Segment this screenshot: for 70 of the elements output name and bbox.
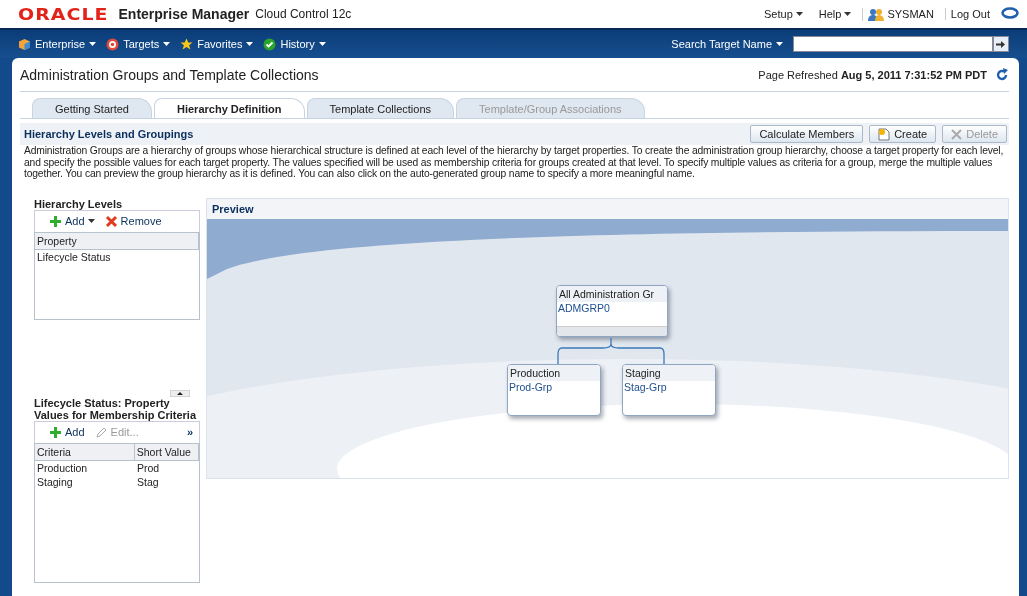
section-title: Hierarchy Levels	[34, 197, 124, 210]
nav-menu[interactable]: Favorites	[180, 37, 254, 51]
create-button[interactable]: Create	[869, 125, 937, 143]
tree-node[interactable]: Production Prod-Grp	[507, 363, 601, 416]
calculate-button[interactable]: Calculate Members	[750, 125, 864, 143]
nav-menu[interactable]: Enterprise	[18, 37, 97, 51]
panel-title: Preview	[207, 198, 1008, 219]
new-document-icon	[878, 127, 891, 141]
column-header: Criteria	[35, 443, 135, 460]
group-link[interactable]: Stag-Grp	[623, 380, 715, 393]
go-button[interactable]	[993, 36, 1009, 52]
tab[interactable]: Hierarchy Definition	[154, 98, 305, 118]
column-header: Property	[35, 232, 199, 249]
caret-icon	[776, 42, 783, 46]
caret-icon	[246, 42, 254, 46]
product-edition: Cloud Control 12c	[255, 7, 352, 21]
node-name: All Administration Gr	[557, 285, 667, 302]
search-type-menu[interactable]: Search Target Name	[671, 38, 783, 50]
tree-node[interactable]: All Administration Gr ADMGRP0	[556, 284, 668, 337]
table-cell-text: Prod	[136, 460, 161, 475]
delete-icon	[951, 128, 963, 140]
node-name: Staging	[623, 364, 715, 381]
refresh-icon[interactable]	[995, 67, 1009, 82]
caret-icon	[89, 42, 97, 46]
scrollbar[interactable]	[557, 325, 667, 336]
refresh-status: Page Refreshed Aug 5, 2011 7:31:52 PM PDT	[758, 68, 987, 81]
table-cell-text: Lifecycle Status	[36, 249, 112, 264]
nav-menu[interactable]: History	[263, 37, 326, 51]
star-icon	[180, 37, 194, 51]
plus-icon	[49, 425, 62, 439]
add-button[interactable]: Add	[49, 214, 95, 228]
tab[interactable]: Getting Started	[32, 98, 152, 118]
tree-node[interactable]: Staging Stag-Grp	[622, 363, 716, 416]
plus-icon	[49, 214, 62, 228]
section-title: Lifecycle Status: Property Values for Membership Criteria	[34, 396, 198, 421]
caret-icon	[163, 42, 171, 46]
logo: ORACLE	[18, 4, 109, 24]
remove-button[interactable]: Remove	[104, 214, 162, 228]
caret-icon	[844, 12, 852, 16]
section-title: Hierarchy Levels and Groupings	[24, 128, 194, 140]
group-link[interactable]: Prod-Grp	[508, 380, 600, 393]
pencil-icon	[94, 425, 108, 439]
node-name: Production	[508, 364, 600, 381]
table-cell-text: Staging	[36, 474, 74, 489]
menu-link[interactable]: Setup	[759, 8, 808, 20]
search-field[interactable]	[793, 36, 993, 52]
caret-icon	[87, 219, 95, 223]
page-title: Administration Groups and Template Collections	[20, 66, 319, 83]
target-icon	[106, 37, 120, 51]
arrow-right-icon	[996, 39, 1006, 49]
table-cell-text: Stag	[136, 474, 160, 489]
add-button[interactable]: Add	[49, 425, 85, 439]
group-link[interactable]: ADMGRP0	[557, 301, 667, 314]
nav-menu[interactable]: Targets	[106, 37, 171, 51]
caret-icon	[795, 12, 803, 16]
users-icon	[868, 7, 885, 21]
column-header: Short Value	[134, 443, 199, 460]
table-cell-text: Production	[36, 460, 89, 475]
description: Administration Groups are a hierarchy of groups whose hierarchical structure is defined at each level of the hierarchy by target properties. To create the administration group hierarchy, choose a target property for each level, and specify the possible values for each target property. The values specified will be used as membership criteria for groups created at that level. To specify multiple values as criteria for a group, merge the multiple values together. You can preview the group hierarchy as it is defined. You can also click on the auto-generated group name to specify a more meaningful name.	[23, 145, 1005, 180]
close-icon	[104, 214, 118, 228]
logout-link[interactable]: Log Out	[944, 8, 995, 20]
overflow-button[interactable]: »	[186, 426, 193, 438]
tab[interactable]: Template Collections	[306, 98, 455, 118]
product-name: Enterprise Manager	[118, 6, 250, 22]
check-circle-icon	[263, 37, 277, 51]
caret-icon	[318, 42, 326, 46]
cube-icon	[18, 37, 31, 51]
collapse-button[interactable]	[170, 389, 190, 397]
user-link[interactable]: SYSMAN	[862, 7, 939, 21]
menu-link[interactable]: Help	[813, 8, 857, 20]
